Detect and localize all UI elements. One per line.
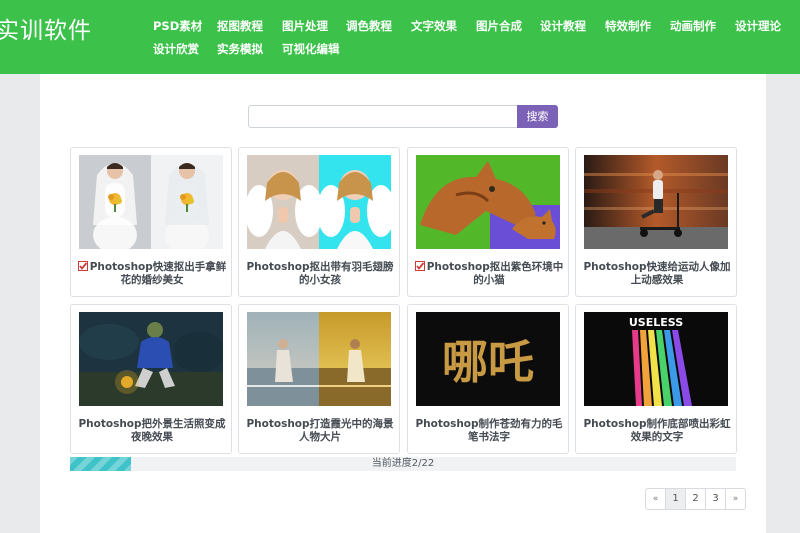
page-next-button[interactable]: »: [725, 488, 746, 510]
thumbnail-night-scene: [79, 312, 223, 406]
nav-item-image-processing[interactable]: 图片处理: [282, 18, 328, 34]
nav-item-special-effects[interactable]: 特效制作: [605, 18, 651, 34]
card-title: Photoshop抠出紫色环境中的小猫: [414, 261, 564, 287]
progress-bar: 当前进度2/22: [70, 457, 736, 471]
thumbnail-angel-girl: [247, 155, 391, 249]
nav-item-practice-simulation[interactable]: 实务模拟: [217, 41, 263, 57]
card-title: Photoshop制作底部喷出彩虹效果的文字: [583, 418, 731, 443]
tutorial-card-2[interactable]: Photoshop抠出带有羽毛翅膀的小女孩: [238, 147, 400, 297]
nav-item-design-tutorials[interactable]: 设计教程: [540, 18, 586, 34]
page-button-3[interactable]: 3: [705, 488, 726, 510]
main-content: 搜索 Photoshop快速抠出手拿鲜花的婚纱美女 Photoshop抠出带有羽…: [40, 74, 766, 533]
card-title: Photoshop打造霞光中的海景人物大片: [246, 418, 394, 443]
search-input[interactable]: [248, 105, 518, 128]
thumbnail-seascape: [247, 312, 391, 406]
nav-item-design-showcase[interactable]: 设计欣赏: [153, 41, 199, 57]
nav-item-design-theory[interactable]: 设计理论: [735, 18, 781, 34]
card-title: Photoshop快速给运动人像加上动感效果: [583, 261, 731, 286]
page-button-1[interactable]: 1: [665, 488, 686, 510]
tutorial-card-6[interactable]: Photoshop打造霞光中的海景人物大片: [238, 304, 400, 454]
tutorial-card-7[interactable]: 哪吒 Photoshop制作苍劲有力的毛笔书法字: [407, 304, 569, 454]
useless-text: USELESS: [629, 316, 683, 329]
nav-item-color-grading[interactable]: 调色教程: [346, 18, 392, 34]
site-header: 实训软件 PSD素材 抠图教程 图片处理 调色教程 文字效果 图片合成 设计教程…: [0, 0, 800, 74]
tutorial-card-8[interactable]: USELESS Photoshop制作底部喷出彩虹效果的文字: [575, 304, 737, 454]
nav-item-text-effects[interactable]: 文字效果: [411, 18, 457, 34]
check-icon: [414, 261, 425, 271]
tutorial-card-5[interactable]: Photoshop把外景生活照变成夜晚效果: [70, 304, 232, 454]
nav-item-visual-editor[interactable]: 可视化编辑: [282, 41, 340, 57]
thumbnail-rainbow-text: USELESS: [584, 312, 728, 406]
thumbnail-cat: [416, 155, 560, 249]
card-title: Photoshop快速抠出手拿鲜花的婚纱美女: [77, 261, 227, 287]
progress-label: 当前进度2/22: [371, 458, 435, 469]
page-button-2[interactable]: 2: [685, 488, 706, 510]
thumbnail-calligraphy: 哪吒: [416, 312, 560, 406]
page-prev-button[interactable]: «: [645, 488, 666, 510]
thumbnail-scooter: [584, 155, 728, 249]
check-icon: [77, 261, 88, 271]
site-logo[interactable]: 实训软件: [0, 11, 92, 45]
search-button[interactable]: 搜索: [517, 105, 558, 128]
tutorial-card-1[interactable]: Photoshop快速抠出手拿鲜花的婚纱美女: [70, 147, 232, 297]
thumbnail-bride: [79, 155, 223, 249]
nav-item-compositing[interactable]: 图片合成: [476, 18, 522, 34]
card-title: Photoshop抠出带有羽毛翅膀的小女孩: [246, 261, 394, 286]
pagination: « 1 2 3 »: [645, 488, 746, 510]
calligraphy-text: 哪吒: [442, 335, 534, 389]
card-title: Photoshop制作苍劲有力的毛笔书法字: [415, 418, 563, 443]
nav-item-animation[interactable]: 动画制作: [670, 18, 716, 34]
nav-item-cutout[interactable]: 抠图教程: [217, 18, 263, 34]
nav-item-psd[interactable]: PSD素材: [153, 18, 202, 34]
card-title: Photoshop把外景生活照变成夜晚效果: [78, 418, 226, 443]
tutorial-card-4[interactable]: Photoshop快速给运动人像加上动感效果: [575, 147, 737, 297]
tutorial-card-3[interactable]: Photoshop抠出紫色环境中的小猫: [407, 147, 569, 297]
